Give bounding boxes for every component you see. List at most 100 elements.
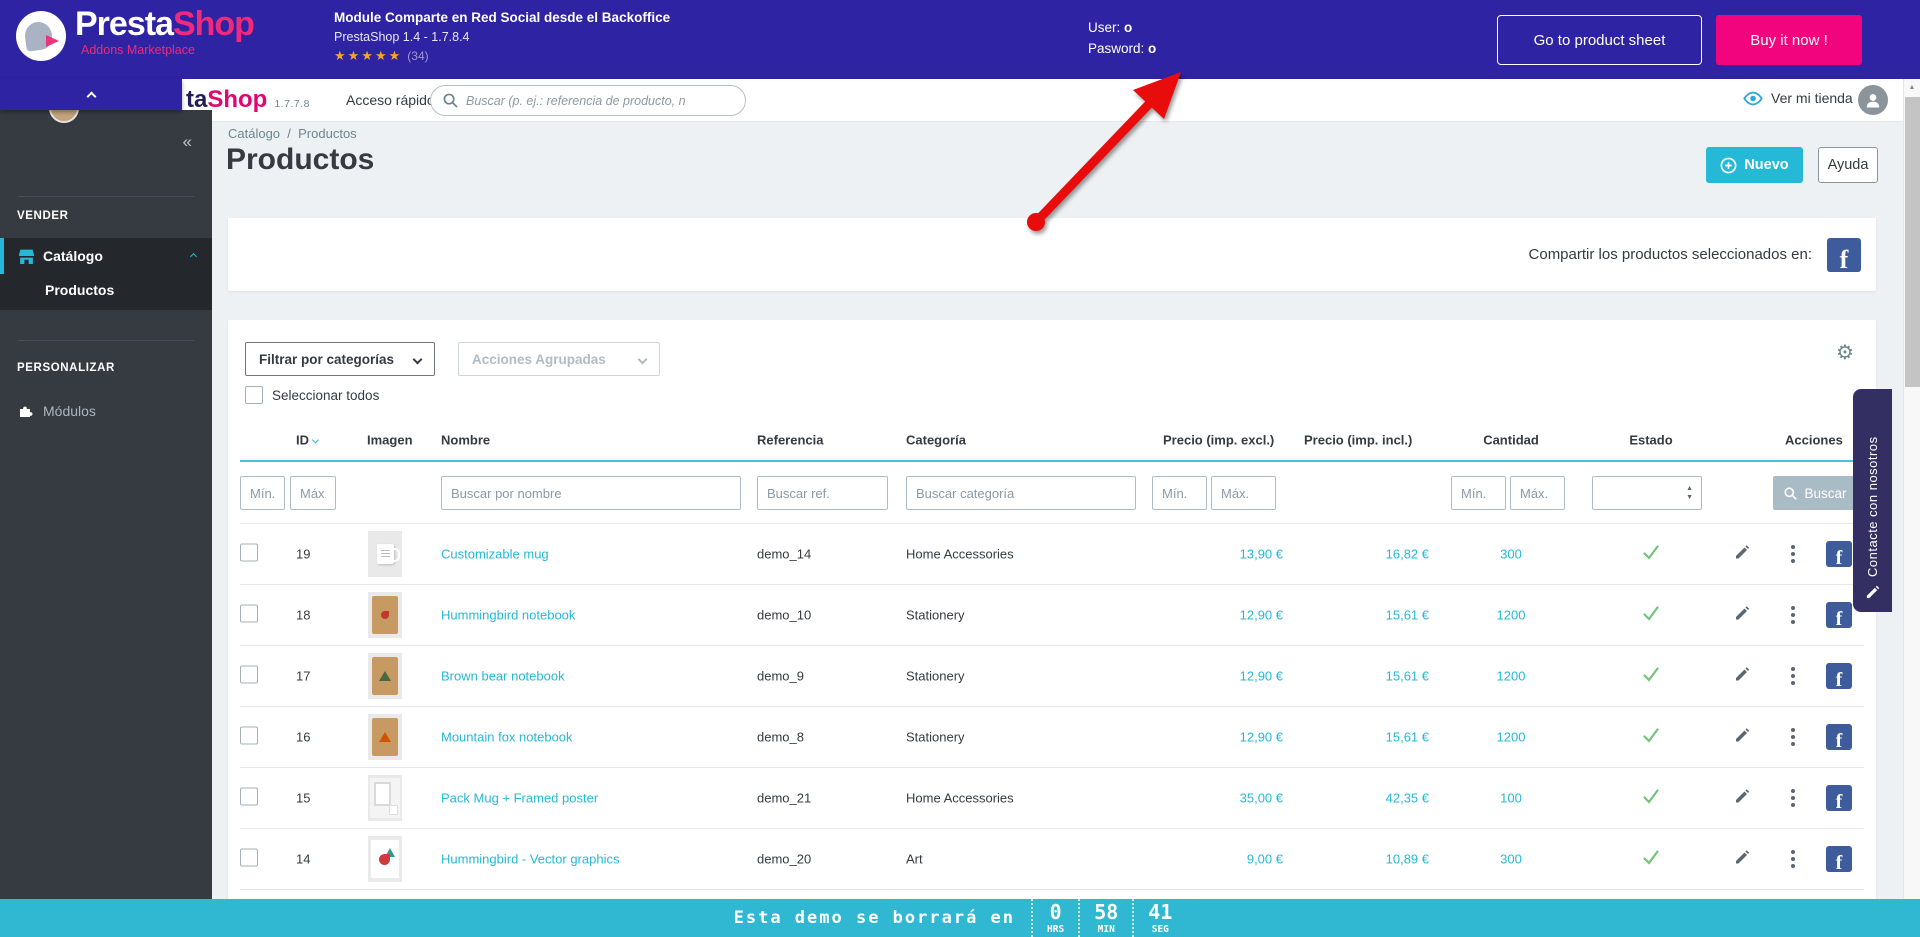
product-name-link[interactable]: Brown bear notebook [441,669,565,684]
edit-icon[interactable] [1734,667,1750,686]
quantity-max-input[interactable] [1510,476,1565,510]
product-name-link[interactable]: Customizable mug [441,547,549,562]
product-name-link[interactable]: Pack Mug + Framed poster [441,791,598,806]
column-header-precio-incl[interactable]: Precio (imp. incl.) [1304,433,1412,448]
sidebar-item-catalogo[interactable]: Catálogo [0,238,212,274]
row-checkbox[interactable] [240,788,258,806]
countdown-hours: 0HRS [1031,899,1078,937]
row-checkbox[interactable] [240,849,258,867]
go-to-product-sheet-button[interactable]: Go to product sheet [1497,15,1702,65]
price-incl-link[interactable]: 15,61 € [1304,730,1429,745]
eye-icon [1742,91,1764,106]
status-select[interactable]: ▲▼ [1592,476,1702,510]
table-row: 18 Hummingbird notebook demo_10 Statione… [240,585,1864,646]
product-name-link[interactable]: Hummingbird notebook [441,608,575,623]
price-incl-link[interactable]: 15,61 € [1304,608,1429,623]
sidebar-collapse-icon[interactable]: « [183,132,192,152]
select-all-checkbox[interactable] [245,386,263,404]
help-button[interactable]: Ayuda [1818,147,1878,183]
price-excl-link[interactable]: 12,90 € [1163,669,1283,684]
sort-icon [312,436,319,443]
chevron-down-icon [413,354,423,364]
facebook-share-icon[interactable]: f [1826,602,1852,628]
sidebar-item-productos[interactable]: Productos [45,282,114,298]
contact-us-tab[interactable]: Contacte con nosotros [1853,389,1892,612]
table-row: 19 Customizable mug demo_14 Home Accesso… [240,524,1864,585]
row-checkbox[interactable] [240,544,258,562]
more-actions-icon[interactable] [1791,850,1795,868]
facebook-share-icon[interactable]: f [1826,785,1852,811]
edit-icon[interactable] [1734,789,1750,808]
column-header-precio-excl[interactable]: Precio (imp. excl.) [1163,433,1274,448]
price-excl-link[interactable]: 12,90 € [1163,730,1283,745]
more-actions-icon[interactable] [1791,667,1795,685]
row-checkbox[interactable] [240,727,258,745]
column-header-id[interactable]: ID [296,433,318,448]
price-excl-link[interactable]: 35,00 € [1163,791,1283,806]
column-header-nombre[interactable]: Nombre [441,433,490,448]
column-header-estado[interactable]: Estado [1601,433,1701,448]
profile-icon[interactable] [1858,85,1888,115]
status-check-icon [1601,787,1701,810]
table-search-button[interactable]: Buscar [1773,476,1858,510]
column-header-referencia[interactable]: Referencia [757,433,823,448]
price-excl-link[interactable]: 13,90 € [1163,547,1283,562]
more-actions-icon[interactable] [1791,606,1795,624]
status-check-icon [1601,726,1701,749]
chevron-up-icon [190,252,197,259]
more-actions-icon[interactable] [1791,728,1795,746]
quantity-min-input[interactable] [1451,476,1506,510]
column-header-categoria[interactable]: Categoría [906,433,966,448]
breadcrumb-parent[interactable]: Catálogo [228,126,280,141]
column-header-cantidad[interactable]: Cantidad [1461,433,1561,448]
price-incl-link[interactable]: 42,35 € [1304,791,1429,806]
chevron-down-icon [638,354,648,364]
facebook-share-icon[interactable]: f [1826,724,1852,750]
product-name-link[interactable]: Hummingbird - Vector graphics [441,852,619,867]
facebook-share-icon[interactable]: f [1826,663,1852,689]
price-max-input[interactable] [1211,476,1276,510]
scrollbar-up-icon[interactable]: ▲ [1904,79,1920,95]
product-reference: demo_21 [757,791,811,806]
category-filter-input[interactable] [906,476,1136,510]
filter-by-category-dropdown[interactable]: Filtrar por categorías [245,342,435,376]
id-max-input[interactable] [290,476,336,510]
product-name-link[interactable]: Mountain fox notebook [441,730,573,745]
edit-icon[interactable] [1734,545,1750,564]
facebook-share-icon[interactable]: f [1826,846,1852,872]
view-shop-link[interactable]: Ver mi tienda [1742,90,1853,106]
price-incl-link[interactable]: 15,61 € [1304,669,1429,684]
scrollbar-thumb[interactable] [1905,97,1920,387]
facebook-share-icon[interactable]: f [1826,541,1852,567]
row-checkbox[interactable] [240,666,258,684]
price-incl-link[interactable]: 16,82 € [1304,547,1429,562]
more-actions-icon[interactable] [1791,789,1795,807]
row-checkbox[interactable] [240,605,258,623]
edit-icon[interactable] [1734,728,1750,747]
page-scrollbar[interactable]: ▲ [1903,79,1920,937]
bulk-actions-dropdown[interactable]: Acciones Agrupadas [458,342,660,376]
store-icon [18,248,35,265]
status-check-icon [1601,604,1701,627]
price-incl-link[interactable]: 10,89 € [1304,852,1429,867]
buy-it-now-button[interactable]: Buy it now ! [1716,15,1862,65]
select-arrows-icon: ▲▼ [1686,485,1693,502]
more-actions-icon[interactable] [1791,545,1795,563]
reference-filter-input[interactable] [757,476,888,510]
grid-settings-gear-icon[interactable]: ⚙ [1836,340,1854,365]
search-input[interactable] [466,94,733,108]
price-min-input[interactable] [1152,476,1207,510]
facebook-share-icon[interactable]: f [1827,238,1861,272]
price-excl-link[interactable]: 12,90 € [1163,608,1283,623]
banner-collapse-button[interactable] [0,79,182,110]
price-excl-link[interactable]: 9,00 € [1163,852,1283,867]
name-filter-input[interactable] [441,476,741,510]
column-header-acciones: Acciones [1785,433,1843,448]
edit-icon[interactable] [1734,850,1750,869]
sidebar-item-modulos[interactable]: Módulos [0,393,212,429]
id-min-input[interactable] [240,476,285,510]
table-row: 16 Mountain fox notebook demo_8 Statione… [240,707,1864,768]
edit-icon[interactable] [1734,606,1750,625]
quantity-value: 300 [1461,547,1561,562]
new-product-button[interactable]: Nuevo [1706,147,1803,183]
